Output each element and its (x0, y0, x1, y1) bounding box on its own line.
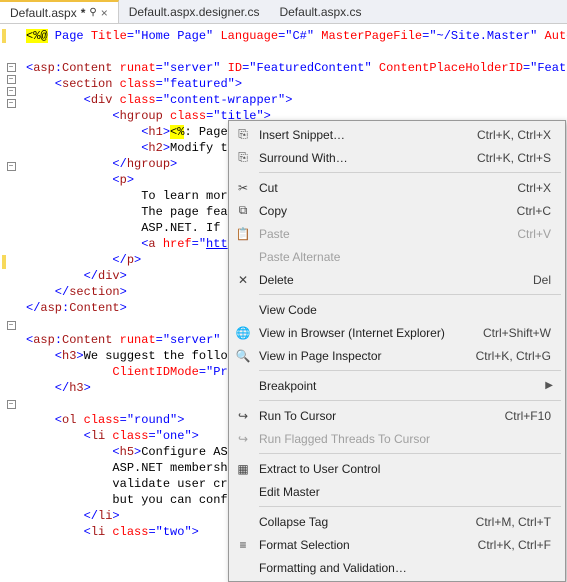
paste-icon: 📋 (231, 227, 255, 241)
tab-label: Default.aspx.cs (279, 5, 361, 19)
menu-edit-master[interactable]: Edit Master (231, 480, 563, 503)
copy-icon: ⧉ (231, 203, 255, 218)
document-tabs: Default.aspx * ⚲ × Default.aspx.designer.… (0, 0, 567, 24)
menu-view-page-inspector[interactable]: 🔍View in Page InspectorCtrl+K, Ctrl+G (231, 344, 563, 367)
menu-paste-alternate: Paste Alternate (231, 245, 563, 268)
menu-run-flagged-threads: ↪Run Flagged Threads To Cursor (231, 427, 563, 450)
format-icon: ≡ (231, 538, 255, 552)
collapse-toggle[interactable]: − (7, 99, 16, 108)
run-cursor-icon: ↪ (231, 409, 255, 423)
inspector-icon: 🔍 (231, 349, 255, 363)
snippet-icon: ⎘ (231, 127, 255, 142)
close-tab-icon[interactable]: × (101, 6, 108, 20)
menu-delete[interactable]: ✕DeleteDel (231, 268, 563, 291)
collapse-toggle[interactable]: − (7, 87, 16, 96)
extract-icon: ▦ (231, 462, 255, 476)
cut-icon: ✂ (231, 181, 255, 195)
menu-breakpoint[interactable]: Breakpoint▶ (231, 374, 563, 397)
collapse-toggle[interactable]: − (7, 75, 16, 84)
collapse-toggle[interactable]: − (7, 400, 16, 409)
menu-separator (259, 453, 561, 454)
collapse-toggle[interactable]: − (7, 63, 16, 72)
menu-formatting-validation[interactable]: Formatting and Validation… (231, 556, 563, 579)
pin-icon[interactable]: ⚲ (89, 7, 96, 18)
menu-paste: 📋PasteCtrl+V (231, 222, 563, 245)
outline-gutter: − − − − − − − (0, 24, 22, 536)
menu-separator (259, 370, 561, 371)
menu-surround-with[interactable]: ⎘Surround With…Ctrl+K, Ctrl+S (231, 146, 563, 169)
menu-run-to-cursor[interactable]: ↪Run To CursorCtrl+F10 (231, 404, 563, 427)
menu-cut[interactable]: ✂CutCtrl+X (231, 176, 563, 199)
tab-label: Default.aspx (10, 6, 77, 20)
submenu-arrow-icon: ▶ (545, 380, 557, 391)
run-flagged-icon: ↪ (231, 432, 255, 446)
menu-separator (259, 172, 561, 173)
browser-icon: 🌐 (231, 326, 255, 340)
tab-label: Default.aspx.designer.cs (129, 5, 260, 19)
menu-copy[interactable]: ⧉CopyCtrl+C (231, 199, 563, 222)
menu-view-code[interactable]: View Code (231, 298, 563, 321)
menu-view-browser[interactable]: 🌐View in Browser (Internet Explorer)Ctrl… (231, 321, 563, 344)
menu-collapse-tag[interactable]: Collapse TagCtrl+M, Ctrl+T (231, 510, 563, 533)
tab-dirty-indicator: * (81, 6, 86, 20)
menu-separator (259, 506, 561, 507)
tab-designer-cs[interactable]: Default.aspx.designer.cs (119, 0, 270, 23)
collapse-toggle[interactable]: − (7, 321, 16, 330)
collapse-toggle[interactable]: − (7, 162, 16, 171)
context-menu: ⎘Insert Snippet…Ctrl+K, Ctrl+X ⎘Surround… (228, 120, 566, 582)
change-marker (2, 255, 6, 269)
surround-icon: ⎘ (231, 150, 255, 165)
menu-format-selection[interactable]: ≡Format SelectionCtrl+K, Ctrl+F (231, 533, 563, 556)
menu-separator (259, 294, 561, 295)
menu-separator (259, 400, 561, 401)
delete-icon: ✕ (231, 273, 255, 287)
tab-default-cs[interactable]: Default.aspx.cs (269, 0, 371, 23)
menu-insert-snippet[interactable]: ⎘Insert Snippet…Ctrl+K, Ctrl+X (231, 123, 563, 146)
change-marker (2, 29, 6, 43)
tab-default-aspx[interactable]: Default.aspx * ⚲ × (0, 0, 119, 23)
menu-extract-user-control[interactable]: ▦Extract to User Control (231, 457, 563, 480)
